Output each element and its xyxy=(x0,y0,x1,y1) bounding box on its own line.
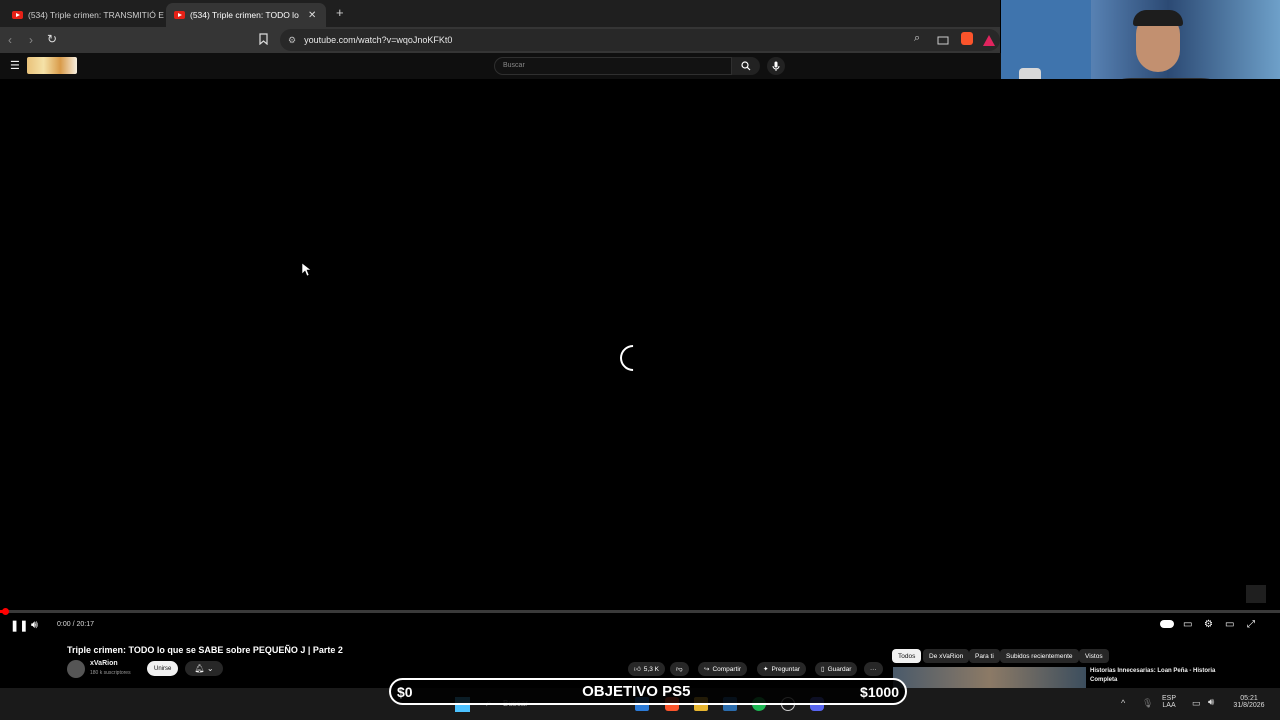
clock[interactable]: 05:21 31/8/2026 xyxy=(1226,695,1272,709)
goal-start-amount: $0 xyxy=(397,683,413,700)
voice-search-button[interactable] xyxy=(767,57,785,75)
network-icon[interactable]: ▭ xyxy=(1192,698,1201,709)
thumbs-down-icon: 👎︎ xyxy=(676,666,683,673)
clock-time: 05:21 xyxy=(1240,695,1258,702)
address-bar[interactable]: ⚙ youtube.com/watch?v=wqoJnoKFKt0 xyxy=(280,29,1000,51)
browser-tab[interactable]: (534) Triple crimen: TRANSMITIÓ EN xyxy=(4,3,164,27)
site-info-icon[interactable]: ⚙ xyxy=(288,35,296,46)
save-button[interactable]: ▯ Guardar xyxy=(815,662,858,676)
sparkle-icon: ✦ xyxy=(763,666,769,673)
youtube-favicon-icon xyxy=(12,11,23,19)
progress-bar[interactable] xyxy=(0,608,1280,615)
goal-title: OBJETIVO PS5 xyxy=(582,683,691,700)
pause-icon[interactable]: ❚❚ xyxy=(10,619,28,632)
like-button[interactable]: 👍︎ 5,3 K xyxy=(628,662,665,676)
microphone-icon xyxy=(772,61,780,71)
brave-rewards-icon[interactable] xyxy=(983,33,995,51)
chip-watched[interactable]: Vistos xyxy=(1079,649,1109,663)
language-indicator[interactable]: ESP LAA xyxy=(1162,695,1176,709)
share-label: Compartir xyxy=(712,665,741,673)
goal-end-amount: $1000 xyxy=(860,683,899,700)
dislike-button[interactable]: 👎︎ xyxy=(670,662,689,676)
more-actions-button[interactable]: ··· xyxy=(864,662,883,676)
back-icon[interactable]: ‹ xyxy=(8,33,12,47)
time-display: 0:00 / 20:17 xyxy=(57,621,94,628)
progress-scrubber[interactable] xyxy=(2,608,9,615)
search-button[interactable] xyxy=(732,57,760,75)
reload-icon[interactable]: ↻ xyxy=(47,32,57,46)
bell-icon: 🔔︎ ⌄ xyxy=(194,664,214,673)
subtitles-icon[interactable]: ▭ xyxy=(1183,619,1192,630)
channel-name[interactable]: xVaRion xyxy=(90,660,118,667)
search-input[interactable]: Buscar xyxy=(494,57,732,75)
subscriber-count: 180 k suscriptores xyxy=(90,670,131,676)
speaker-icon[interactable]: 🔊︎ xyxy=(1208,697,1214,708)
url-text: youtube.com/watch?v=wqoJnoKFKt0 xyxy=(304,35,453,45)
microphone-tray-icon[interactable]: 🎙︎ xyxy=(1142,698,1153,709)
bookmark-icon[interactable] xyxy=(259,33,268,48)
browser-toolbar: ‹ › ↻ ⚙ youtube.com/watch?v=wqoJnoKFKt0 … xyxy=(0,27,1000,53)
save-label: Guardar xyxy=(827,665,852,673)
youtube-logo[interactable] xyxy=(27,57,77,74)
forward-icon[interactable]: › xyxy=(29,33,33,47)
search-placeholder: Buscar xyxy=(503,62,525,69)
volume-icon[interactable]: 🔊︎ xyxy=(31,619,38,632)
channel-avatar[interactable] xyxy=(67,660,85,678)
theater-mode-icon[interactable]: ▭ xyxy=(1225,619,1234,630)
keyboard-layout: LAA xyxy=(1162,702,1176,709)
settings-gear-icon[interactable]: ⚙ xyxy=(1204,619,1213,630)
fullscreen-icon[interactable]: ⤢ xyxy=(1247,619,1255,630)
browser-tab-active[interactable]: (534) Triple crimen: TODO lo que ✕ xyxy=(166,3,326,27)
tab-title: (534) Triple crimen: TRANSMITIÓ EN xyxy=(28,10,164,20)
chip-for-you[interactable]: Para ti xyxy=(969,649,1000,663)
new-tab-button[interactable]: + xyxy=(336,5,344,20)
video-title: Triple crimen: TODO lo que se SABE sobre… xyxy=(67,645,343,655)
channel-watermark[interactable] xyxy=(1246,585,1266,603)
thumbs-up-icon: 👍︎ xyxy=(634,666,641,673)
browser-tab-strip: (534) Triple crimen: TRANSMITIÓ EN (534)… xyxy=(0,0,1000,27)
language-code: ESP xyxy=(1162,695,1177,702)
zoom-icon[interactable]: ⌕ xyxy=(914,32,920,45)
streamer-hair xyxy=(1133,10,1183,26)
recommended-thumbnail[interactable] xyxy=(893,667,1086,688)
chip-from-channel[interactable]: De xVaRion xyxy=(923,649,970,663)
subscribe-bell-button[interactable]: 🔔︎ ⌄ xyxy=(185,661,223,676)
ask-label: Preguntar xyxy=(771,665,800,673)
ask-button[interactable]: ✦ Preguntar xyxy=(757,662,806,676)
mouse-cursor-icon xyxy=(301,262,312,282)
menu-icon[interactable]: ☰ xyxy=(10,59,20,72)
share-button[interactable]: ↪ Compartir xyxy=(698,662,747,676)
like-count: 5,3 K xyxy=(643,665,659,673)
save-icon: ▯ xyxy=(821,666,825,673)
brave-shield-icon[interactable] xyxy=(961,32,973,45)
cast-icon[interactable] xyxy=(937,33,949,51)
clock-date: 31/8/2026 xyxy=(1233,702,1265,709)
autoplay-toggle-icon[interactable] xyxy=(1160,620,1174,628)
video-player[interactable] xyxy=(0,79,1280,610)
plus-icon: + xyxy=(336,5,344,20)
show-hidden-icons-icon[interactable]: ^ xyxy=(1121,698,1125,708)
donation-goal-overlay: $0 OBJETIVO PS5 $1000 xyxy=(389,678,907,705)
chip-all[interactable]: Todos xyxy=(892,649,922,663)
share-icon: ↪ xyxy=(704,666,710,673)
youtube-favicon-icon xyxy=(174,11,185,19)
close-tab-icon[interactable]: ✕ xyxy=(308,10,316,21)
tab-title: (534) Triple crimen: TODO lo que xyxy=(190,10,300,20)
join-button[interactable]: Unirse xyxy=(147,661,179,676)
search-icon xyxy=(741,61,751,71)
recommended-title[interactable]: Historias Innecesarias: Loan Peña - Hist… xyxy=(1090,667,1230,685)
chip-recently-uploaded[interactable]: Subidos recientemente xyxy=(1000,649,1079,663)
